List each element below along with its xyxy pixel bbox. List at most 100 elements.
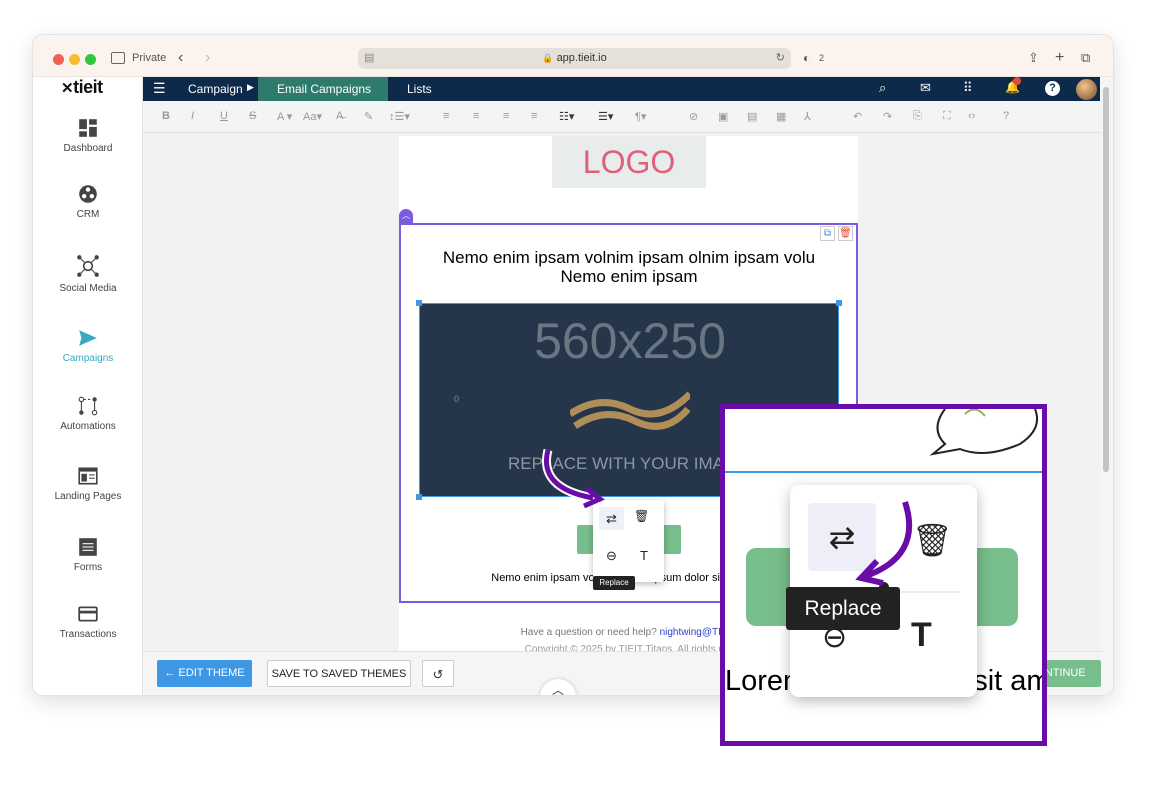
paragraph-format-icon[interactable]: ¶▾ <box>635 110 646 123</box>
user-avatar[interactable] <box>1076 79 1097 100</box>
brand-logo[interactable]: ✕tieit <box>61 77 103 98</box>
logo-placeholder[interactable]: LOGO <box>552 136 706 188</box>
insert-link-icon[interactable]: ⊘ <box>689 110 698 123</box>
notification-badge <box>1013 77 1021 85</box>
insert-table-icon[interactable]: ▦ <box>776 110 786 123</box>
landing-pages-icon <box>78 467 98 485</box>
shield-icon[interactable]: ◐ <box>803 48 810 68</box>
align-right-icon[interactable]: ≡ <box>503 110 509 122</box>
link-icon[interactable]: ⊖ <box>606 548 617 564</box>
alt-text-icon[interactable]: T <box>640 548 648 563</box>
new-tab-icon[interactable]: + <box>1055 48 1064 68</box>
duplicate-block-icon[interactable]: ⧉ <box>820 226 835 241</box>
image-size-text: 560x250 <box>534 313 726 369</box>
search-icon[interactable]: ⌕ <box>879 80 886 96</box>
minimize-window-icon[interactable] <box>69 54 80 65</box>
sidebar-item-forms[interactable]: Forms <box>33 536 143 573</box>
ordered-list-icon[interactable]: ☷▾ <box>559 110 574 123</box>
close-window-icon[interactable] <box>53 54 64 65</box>
forward-icon[interactable]: › <box>205 48 210 68</box>
sidebar-item-label: Automations <box>60 421 116 432</box>
sidebar-item-campaigns[interactable]: Campaigns <box>33 327 143 364</box>
highlight-icon[interactable]: ✎ <box>364 110 373 123</box>
special-characters-icon[interactable]: ⅄ <box>804 110 811 123</box>
sidebar-item-landing-pages[interactable]: Landing Pages <box>33 465 143 502</box>
mail-icon[interactable]: ✉ <box>920 80 931 96</box>
sidebar-item-automations[interactable]: Automations <box>33 395 143 432</box>
dashboard-icon <box>79 119 97 137</box>
image-popup-menu: ⇄ 🗑 ⊖ T <box>593 500 664 582</box>
waves-icon <box>570 391 690 430</box>
share-icon[interactable]: ⇪ <box>1028 48 1039 68</box>
send-icon <box>79 330 97 346</box>
sidebar: ✕tieit Dashboard CRM Social Media Campai… <box>33 77 143 695</box>
scroll-up-icon[interactable]: ︿ <box>540 679 576 695</box>
sidebar-item-transactions[interactable]: Transactions <box>33 603 143 640</box>
zoom-alt-text-icon[interactable]: T <box>911 616 932 655</box>
sidebar-item-crm[interactable]: CRM <box>33 183 143 220</box>
insert-image-icon[interactable]: ▣ <box>718 110 728 123</box>
tabs-overview-icon[interactable]: ⧉ <box>1081 48 1090 68</box>
delete-block-icon[interactable]: 🗑 <box>838 226 853 241</box>
address-bar[interactable]: ▤ 🔒 app.tieit.io ↻ <box>358 48 791 69</box>
shield-count: 2 <box>819 53 825 63</box>
replace-icon[interactable]: ⇄ <box>599 507 624 530</box>
tab-lists[interactable]: Lists <box>407 82 432 96</box>
editor-toolbar: B I U S A ▾ Aa▾ A̶ ✎ ↕☰▾ ≡ ≡ ≡ ≡ ☷▾ ☰▾ ¶… <box>143 101 1103 133</box>
redo-icon[interactable]: ↷ <box>883 110 892 123</box>
edit-theme-label: EDIT THEME <box>178 667 245 679</box>
sidebar-item-dashboard[interactable]: Dashboard <box>33 117 143 154</box>
resize-handle-bl[interactable] <box>416 494 422 500</box>
help-icon[interactable]: ? <box>1045 81 1060 96</box>
scrollbar-thumb[interactable] <box>1103 87 1109 472</box>
help-shortcuts-icon[interactable]: ? <box>1003 110 1009 122</box>
email-headline[interactable]: Nemo enim ipsam volnim ipsam olnim ipsam… <box>419 248 839 286</box>
edit-theme-button[interactable]: ← EDIT THEME <box>157 660 252 687</box>
block-handle-icon[interactable]: ︿ <box>399 209 413 223</box>
fullscreen-icon[interactable]: ⛶ <box>943 110 951 123</box>
undo-icon[interactable]: ↶ <box>853 110 862 123</box>
trash-icon[interactable]: 🗑 <box>634 509 649 523</box>
automations-icon <box>78 396 98 416</box>
unordered-list-icon[interactable]: ☰▾ <box>598 110 613 123</box>
tab-label: Email Campaigns <box>277 82 372 96</box>
bold-icon[interactable]: B <box>162 110 170 122</box>
align-left-icon[interactable]: ≡ <box>443 110 449 122</box>
resize-handle-tr[interactable] <box>836 300 842 306</box>
align-center-icon[interactable]: ≡ <box>473 110 479 122</box>
lock-icon: 🔒 <box>542 53 554 63</box>
font-size-icon[interactable]: Aa▾ <box>303 110 322 123</box>
strikethrough-icon[interactable]: S <box>249 110 256 122</box>
underline-icon[interactable]: U <box>220 110 228 122</box>
align-justify-icon[interactable]: ≡ <box>531 110 537 122</box>
clear-format-icon[interactable]: ⎘ <box>913 110 922 123</box>
footer-help-text: Have a question or need help? <box>520 627 657 638</box>
sidebar-item-social-media[interactable]: Social Media <box>33 253 143 294</box>
page-scrollbar[interactable] <box>1100 77 1113 695</box>
sidebar-item-label: CRM <box>76 209 100 220</box>
url-text: app.tieit.io <box>556 52 607 64</box>
nav-campaign[interactable]: Campaign <box>188 82 243 96</box>
text-color-icon[interactable]: A̶ <box>336 110 343 122</box>
save-to-saved-themes-button[interactable]: SAVE TO SAVED THEMES <box>267 660 411 687</box>
history-icon[interactable]: ↺ <box>422 660 454 687</box>
line-height-icon[interactable]: ↕☰▾ <box>389 110 410 123</box>
back-icon[interactable]: ‹ <box>178 48 183 68</box>
browser-chrome: Private ‹ › ▤ 🔒 app.tieit.io ↻ ◐ 2 ⇪ + ⧉ <box>33 35 1113 77</box>
zoom-window-icon[interactable] <box>85 54 96 65</box>
sidebar-item-label: Landing Pages <box>54 491 122 502</box>
hamburger-menu-icon[interactable]: ☰ <box>153 80 166 97</box>
italic-icon[interactable]: I <box>191 110 194 122</box>
code-view-icon[interactable]: ‹› <box>968 110 975 122</box>
speech-bubble-icon <box>929 409 1039 456</box>
font-family-icon[interactable]: A ▾ <box>277 110 292 123</box>
resize-handle-tl[interactable] <box>416 300 422 306</box>
reload-icon[interactable]: ↻ <box>776 48 785 69</box>
sidebar-toggle-icon[interactable] <box>111 52 125 64</box>
sidebar-item-label: Transactions <box>59 629 117 640</box>
apps-grid-icon[interactable]: ⠿ <box>963 80 973 96</box>
forms-icon <box>79 538 97 556</box>
tab-email-campaigns[interactable]: Email Campaigns <box>258 77 388 104</box>
replace-tooltip: Replace <box>593 576 635 590</box>
insert-video-icon[interactable]: ▤ <box>747 110 757 123</box>
